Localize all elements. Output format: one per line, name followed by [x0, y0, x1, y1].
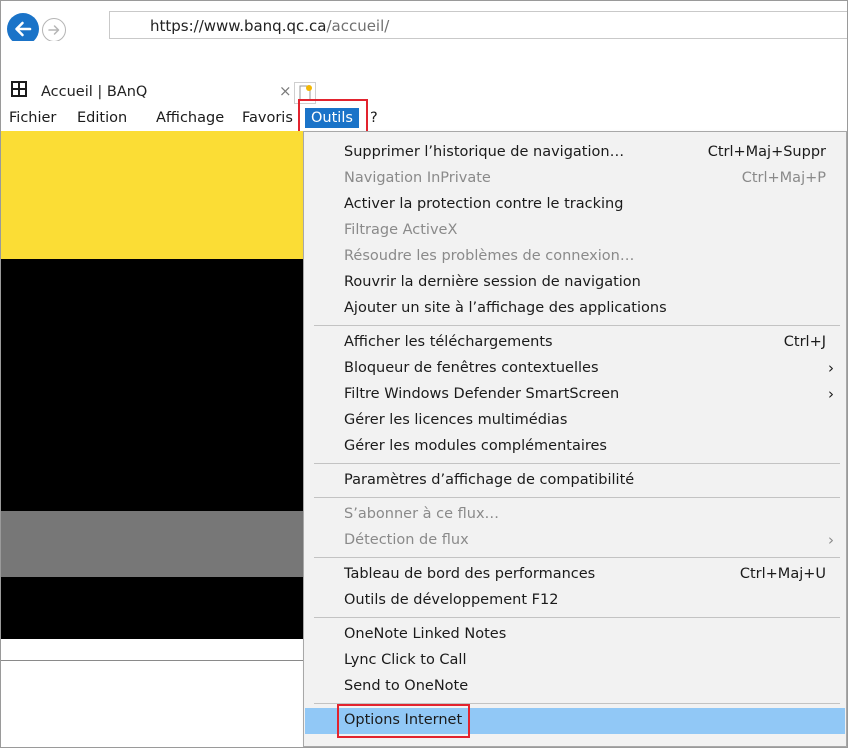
- menu-item-tracking-protection[interactable]: Activer la protection contre le tracking: [305, 192, 845, 218]
- menu-item-label: Résoudre les problèmes de connexion…: [344, 248, 635, 264]
- menu-item-shortcut: Ctrl+J: [783, 334, 826, 350]
- menu-item-label: S’abonner à ce flux…: [344, 506, 500, 522]
- menu-item-label: Détection de flux: [344, 532, 469, 548]
- menu-item-label: Afficher les téléchargements: [344, 334, 553, 350]
- menu-item-reopen-session[interactable]: Rouvrir la dernière session de navigatio…: [305, 270, 845, 296]
- menu-item-shortcut: Ctrl+Maj+U: [739, 566, 826, 582]
- url-domain: https://www.banq.qc.ca: [150, 17, 327, 35]
- address-bar[interactable]: https://www.banq.qc.ca/accueil/: [109, 11, 847, 39]
- menu-item-label: Bloqueur de fenêtres contextuelles: [344, 360, 599, 376]
- menu-item-label: Activer la protection contre le tracking: [344, 196, 624, 212]
- menu-item-shortcut: Ctrl+Maj+P: [741, 170, 826, 186]
- menu-item-shortcut: Ctrl+Maj+Suppr: [707, 144, 826, 160]
- menu-item-label: Navigation InPrivate: [344, 170, 491, 186]
- menu-item-label: Rouvrir la dernière session de navigatio…: [344, 274, 641, 290]
- menu-favoris[interactable]: Favoris: [242, 108, 293, 128]
- menu-separator: [314, 557, 840, 558]
- menu-separator: [314, 463, 840, 464]
- submenu-chevron-icon: ›: [828, 531, 834, 549]
- navigation-bar: https://www.banq.qc.ca/accueil/: [1, 1, 847, 45]
- menu-item-label: Tableau de bord des performances: [344, 566, 596, 582]
- menu-item-compat-view[interactable]: Paramètres d’affichage de compatibilité: [305, 468, 845, 494]
- menu-item-delete-history[interactable]: Supprimer l’historique de navigation… Ctr…: [305, 140, 845, 166]
- browser-window: https://www.banq.qc.ca/accueil/ Accueil …: [0, 0, 848, 748]
- menu-bar: Fichier Edition Affichage Favoris Outils…: [1, 107, 847, 129]
- menu-item-lync-click-to-call[interactable]: Lync Click to Call: [305, 648, 845, 674]
- tools-menu: Supprimer l’historique de navigation… Ctr…: [303, 131, 847, 747]
- submenu-chevron-icon: ›: [828, 385, 834, 403]
- menu-item-label: OneNote Linked Notes: [344, 626, 507, 642]
- menu-item-inprivate[interactable]: Navigation InPrivate Ctrl+Maj+P: [305, 166, 845, 192]
- menu-separator: [314, 617, 840, 618]
- menu-item-manage-addons[interactable]: Gérer les modules complémentaires: [305, 434, 845, 460]
- tab-accueil[interactable]: Accueil | BAnQ ×: [9, 41, 299, 100]
- tab-title: Accueil | BAnQ: [41, 84, 148, 100]
- url-path: /accueil/: [326, 17, 390, 35]
- arrow-left-icon: [15, 21, 32, 37]
- menu-edition[interactable]: Edition: [77, 108, 127, 128]
- menu-item-label: Paramètres d’affichage de compatibilité: [344, 472, 635, 488]
- menu-item-label: Supprimer l’historique de navigation…: [344, 144, 625, 160]
- menu-item-send-to-onenote[interactable]: Send to OneNote: [305, 674, 845, 700]
- menu-item-media-licenses[interactable]: Gérer les licences multimédias: [305, 408, 845, 434]
- menu-item-downloads[interactable]: Afficher les téléchargements Ctrl+J: [305, 330, 845, 356]
- forward-button[interactable]: [42, 18, 66, 42]
- arrow-right-icon: [48, 25, 60, 35]
- menu-fichier[interactable]: Fichier: [9, 108, 56, 128]
- menu-separator: [314, 497, 840, 498]
- menu-item-label: Send to OneNote: [344, 678, 469, 694]
- menu-item-label: Filtre Windows Defender SmartScreen: [344, 386, 620, 402]
- submenu-chevron-icon: ›: [828, 359, 834, 377]
- tab-close-icon[interactable]: ×: [279, 82, 292, 100]
- options-internet-highlight-box: [337, 704, 470, 738]
- menu-item-label: Ajouter un site à l’affichage des applic…: [344, 300, 667, 316]
- menu-item-label: Lync Click to Call: [344, 652, 467, 668]
- menu-item-label: Gérer les licences multimédias: [344, 412, 568, 428]
- menu-item-performance-dashboard[interactable]: Tableau de bord des performances Ctrl+Maj…: [305, 562, 845, 588]
- menu-item-popup-blocker[interactable]: Bloqueur de fenêtres contextuelles ›: [305, 356, 845, 382]
- menu-separator: [314, 325, 840, 326]
- menu-item-smartscreen[interactable]: Filtre Windows Defender SmartScreen ›: [305, 382, 845, 408]
- menu-item-fix-connection[interactable]: Résoudre les problèmes de connexion…: [305, 244, 845, 270]
- menu-item-label: Gérer les modules complémentaires: [344, 438, 607, 454]
- menu-item-label: Filtrage ActiveX: [344, 222, 458, 238]
- menu-item-feed-discovery[interactable]: Détection de flux ›: [305, 528, 845, 554]
- menu-item-f12-tools[interactable]: Outils de développement F12: [305, 588, 845, 614]
- url-text: https://www.banq.qc.ca/accueil/: [150, 17, 389, 35]
- menu-item-label: Outils de développement F12: [344, 592, 559, 608]
- menu-item-subscribe-feed[interactable]: S’abonner à ce flux…: [305, 502, 845, 528]
- menu-item-onenote-linked-notes[interactable]: OneNote Linked Notes: [305, 622, 845, 648]
- tab-favicon-icon: [11, 81, 27, 97]
- menu-item-add-site-apps[interactable]: Ajouter un site à l’affichage des applic…: [305, 296, 845, 322]
- menu-affichage[interactable]: Affichage: [156, 108, 224, 128]
- menu-item-activex-filtering[interactable]: Filtrage ActiveX: [305, 218, 845, 244]
- menu-help[interactable]: ?: [370, 108, 378, 128]
